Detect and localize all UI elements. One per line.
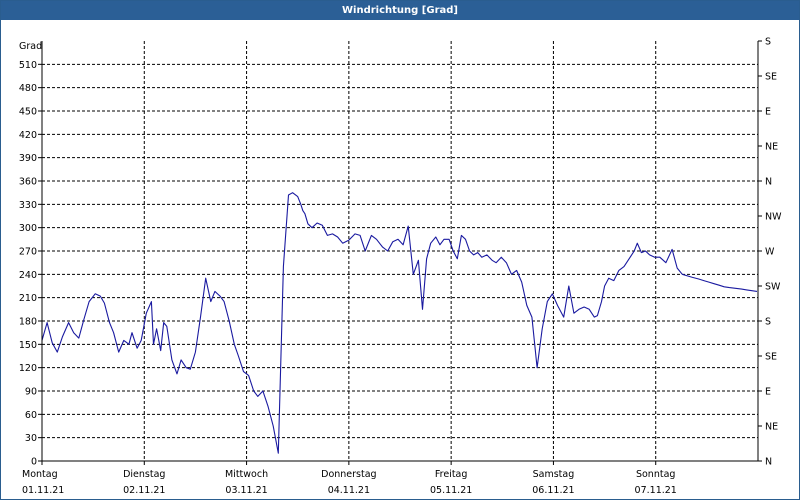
x-tick-date: 03.11.21 <box>225 485 267 496</box>
x-tick-day: Donnerstag <box>321 469 376 480</box>
right-tick-label: NW <box>765 212 782 223</box>
y-tick-label: 270 <box>19 247 37 258</box>
x-tick-day: Samstag <box>533 469 575 480</box>
x-tick-date: 02.11.21 <box>123 485 165 496</box>
y-tick-label: 90 <box>25 387 37 398</box>
right-tick-label: S <box>765 317 771 328</box>
right-tick-label: S <box>765 37 771 48</box>
right-tick-label: N <box>765 457 772 468</box>
axis-layer <box>38 40 762 465</box>
y-tick-label: 510 <box>19 60 37 71</box>
right-tick-label: SW <box>765 282 781 293</box>
y-tick-label: 0 <box>31 457 37 468</box>
chart-window: Windrichtung [Grad] 0 30 60 90 120 150 180 210 2… <box>0 0 800 500</box>
y-tick-label: 180 <box>19 317 37 328</box>
x-tick-day: Dienstag <box>123 469 165 480</box>
y-tick-label: 150 <box>19 340 37 351</box>
y-tick-label: 420 <box>19 130 37 141</box>
x-tick-date: 06.11.21 <box>532 485 574 496</box>
y-tick-label: 390 <box>19 153 37 164</box>
right-tick-label: E <box>765 107 771 118</box>
x-tick-day: Mittwoch <box>225 469 268 480</box>
y-tick-label: 210 <box>19 293 37 304</box>
x-tick-date: 07.11.21 <box>635 485 677 496</box>
grid-layer <box>42 41 758 461</box>
right-tick-label: NE <box>765 142 778 153</box>
right-tick-label: W <box>765 247 775 258</box>
y-tick-label: 120 <box>19 363 37 374</box>
x-tick-date: 05.11.21 <box>430 485 472 496</box>
wind-direction-chart: 0 30 60 90 120 150 180 210 240 270 300 330 360 390 420… <box>19 37 782 497</box>
y-tick-label: 360 <box>19 177 37 188</box>
y-tick-label: 60 <box>25 410 37 421</box>
y-tick-label: 480 <box>19 83 37 94</box>
y-tick-label: 30 <box>25 433 37 444</box>
right-tick-label: E <box>765 387 771 398</box>
right-tick-label: N <box>765 177 772 188</box>
x-tick-day: Sonntag <box>636 469 675 480</box>
x-tick-date: 01.11.21 <box>22 485 64 496</box>
x-tick-day: Montag <box>22 469 58 480</box>
right-tick-label: SE <box>765 352 777 363</box>
x-tick-date: 04.11.21 <box>328 485 370 496</box>
label-layer: 0 30 60 90 120 150 180 210 240 270 300 330 360 390 420… <box>19 37 782 497</box>
x-tick-day: Freitag <box>435 469 468 480</box>
y-tick-label: 330 <box>19 200 37 211</box>
right-tick-label: SE <box>765 72 777 83</box>
y-axis-label: Grad <box>19 41 42 52</box>
y-tick-label: 300 <box>19 223 37 234</box>
y-tick-label: 240 <box>19 270 37 281</box>
y-tick-label: 450 <box>19 107 37 118</box>
right-tick-label: NE <box>765 422 778 433</box>
